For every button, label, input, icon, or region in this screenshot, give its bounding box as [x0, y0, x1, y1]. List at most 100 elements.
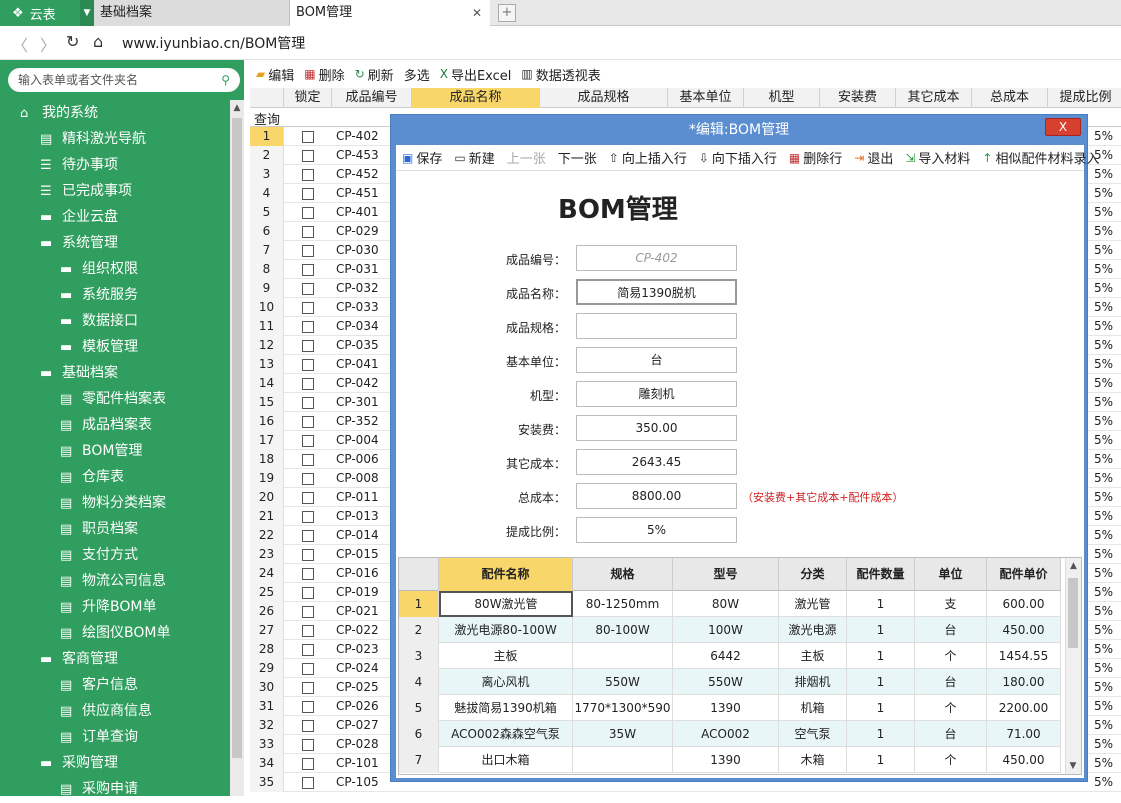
lock-cell[interactable]	[284, 281, 332, 295]
lock-cell[interactable]	[284, 775, 332, 789]
lock-cell[interactable]	[284, 699, 332, 713]
model-cell[interactable]: 1390	[673, 695, 779, 721]
sidebar-item[interactable]: ▤ 绘图仪BOM单	[0, 620, 230, 646]
lock-checkbox[interactable]	[302, 700, 314, 713]
lock-cell[interactable]	[284, 205, 332, 219]
column-header[interactable]: 其它成本	[896, 88, 972, 108]
sidebar-item[interactable]: ▤ 支付方式	[0, 542, 230, 568]
sidebar-item[interactable]: ▬ 客商管理	[0, 646, 230, 672]
field-input[interactable]: 台	[576, 347, 737, 373]
lock-cell[interactable]	[284, 357, 332, 371]
toolbar-button[interactable]: 多选	[404, 65, 430, 84]
sidebar-item[interactable]: ▬ 企业云盘	[0, 204, 230, 230]
lock-checkbox[interactable]	[302, 491, 314, 504]
sidebar-item[interactable]: ▬ 数据接口	[0, 308, 230, 334]
sidebar-item[interactable]: ▬ 系统服务	[0, 282, 230, 308]
lock-checkbox[interactable]	[302, 510, 314, 523]
unit-cell[interactable]: 支	[915, 591, 987, 617]
scroll-thumb[interactable]	[1068, 578, 1078, 648]
lock-checkbox[interactable]	[302, 738, 314, 751]
lock-checkbox[interactable]	[302, 548, 314, 561]
toolbar-button[interactable]: X 导出Excel	[440, 65, 512, 84]
lock-checkbox[interactable]	[302, 149, 314, 162]
lock-checkbox[interactable]	[302, 757, 314, 770]
toolbar-button[interactable]: ▦ 删除	[304, 65, 344, 84]
lock-cell[interactable]	[284, 604, 332, 618]
quantity-cell[interactable]: 1	[847, 617, 915, 643]
scroll-thumb[interactable]	[232, 118, 242, 758]
back-icon[interactable]: 〈	[12, 32, 28, 56]
lock-cell[interactable]	[284, 585, 332, 599]
lock-cell[interactable]	[284, 300, 332, 314]
column-header[interactable]: 安装费	[820, 88, 896, 108]
field-input[interactable]: 350.00	[576, 415, 737, 441]
lock-cell[interactable]	[284, 148, 332, 162]
field-input[interactable]: 雕刻机	[576, 381, 737, 407]
sidebar-item[interactable]: ▤ 成品档案表	[0, 412, 230, 438]
search-icon[interactable]: ⚲	[221, 68, 230, 92]
dialog-toolbar-button[interactable]: 下一张	[558, 148, 597, 167]
part-name-cell[interactable]: 激光电源80-100W	[439, 617, 573, 643]
lock-checkbox[interactable]	[302, 339, 314, 352]
lock-checkbox[interactable]	[302, 434, 314, 447]
part-name-cell[interactable]: 80W激光管	[439, 591, 573, 617]
dialog-toolbar-button[interactable]: ⇧ 向上插入行	[609, 148, 687, 168]
parts-column-header[interactable]: 分类	[779, 558, 847, 591]
lock-cell[interactable]	[284, 433, 332, 447]
spec-cell[interactable]: 80-1250mm	[573, 591, 673, 617]
dialog-toolbar-button[interactable]: ▭ 新建	[454, 148, 494, 168]
home-nav-icon[interactable]: ⌂	[93, 32, 103, 51]
parts-row[interactable]: 2 激光电源80-100W 80-100W 100W 激光电源 1 台 450.00	[399, 617, 1061, 643]
sidebar-item[interactable]: ⌂ 我的系统	[0, 100, 230, 126]
sidebar-item[interactable]: ▤ 物料分类档案	[0, 490, 230, 516]
lock-cell[interactable]	[284, 319, 332, 333]
part-name-cell[interactable]: 出口木箱	[439, 747, 573, 773]
close-tab-icon[interactable]: ✕	[472, 0, 482, 26]
sidebar-item[interactable]: ▤ 零配件档案表	[0, 386, 230, 412]
lock-cell[interactable]	[284, 547, 332, 561]
column-header[interactable]: 成品编号	[332, 88, 412, 108]
lock-cell[interactable]	[284, 737, 332, 751]
price-cell[interactable]: 1454.55	[987, 643, 1061, 669]
lock-checkbox[interactable]	[302, 662, 314, 675]
spec-cell[interactable]	[573, 747, 673, 773]
lock-checkbox[interactable]	[302, 130, 314, 143]
sidebar-item[interactable]: ▬ 模板管理	[0, 334, 230, 360]
category-cell[interactable]: 激光电源	[779, 617, 847, 643]
lock-cell[interactable]	[284, 414, 332, 428]
parts-row[interactable]: 6 ACO002森森空气泵 35W ACO002 空气泵 1 台 71.00	[399, 721, 1061, 747]
brand-dropdown-icon[interactable]: ▼	[80, 0, 94, 26]
parts-column-header[interactable]: 配件数量	[847, 558, 915, 591]
lock-checkbox[interactable]	[302, 187, 314, 200]
column-header[interactable]: 基本单位	[668, 88, 744, 108]
parts-row[interactable]: 1 80W激光管 80-1250mm 80W 激光管 1 支 600.00	[399, 591, 1061, 617]
price-cell[interactable]: 71.00	[987, 721, 1061, 747]
tab-bom[interactable]: BOM管理 ✕	[290, 0, 490, 26]
app-brand[interactable]: ❖ 云表	[0, 0, 80, 26]
tab-basic-archive[interactable]: 基础档案	[94, 0, 290, 26]
sidebar-item[interactable]: ▤ 订单查询	[0, 724, 230, 750]
spec-cell[interactable]: 550W	[573, 669, 673, 695]
lock-checkbox[interactable]	[302, 225, 314, 238]
toolbar-button[interactable]: ▰ 编辑	[256, 65, 294, 84]
lock-checkbox[interactable]	[302, 643, 314, 656]
sidebar-scrollbar[interactable]: ▲	[230, 100, 244, 796]
column-header[interactable]: 提成比例	[1048, 88, 1121, 108]
spec-cell[interactable]	[573, 643, 673, 669]
dialog-toolbar-button[interactable]: ⇥ 退出	[854, 148, 893, 168]
category-cell[interactable]: 空气泵	[779, 721, 847, 747]
column-header[interactable]: 机型	[744, 88, 820, 108]
column-header[interactable]: 锁定	[284, 88, 332, 108]
lock-checkbox[interactable]	[302, 206, 314, 219]
parts-row[interactable]: 3 主板 6442 主板 1 个 1454.55	[399, 643, 1061, 669]
unit-cell[interactable]: 个	[915, 643, 987, 669]
parts-row[interactable]: 5 魅拔简易1390机箱 1770*1300*590 1390 机箱 1 个 2200.00	[399, 695, 1061, 721]
lock-checkbox[interactable]	[302, 301, 314, 314]
quantity-cell[interactable]: 1	[847, 669, 915, 695]
sidebar-item[interactable]: ▬ 系统管理	[0, 230, 230, 256]
category-cell[interactable]: 激光管	[779, 591, 847, 617]
lock-checkbox[interactable]	[302, 567, 314, 580]
sidebar-item[interactable]: ▤ 仓库表	[0, 464, 230, 490]
lock-checkbox[interactable]	[302, 605, 314, 618]
lock-checkbox[interactable]	[302, 282, 314, 295]
